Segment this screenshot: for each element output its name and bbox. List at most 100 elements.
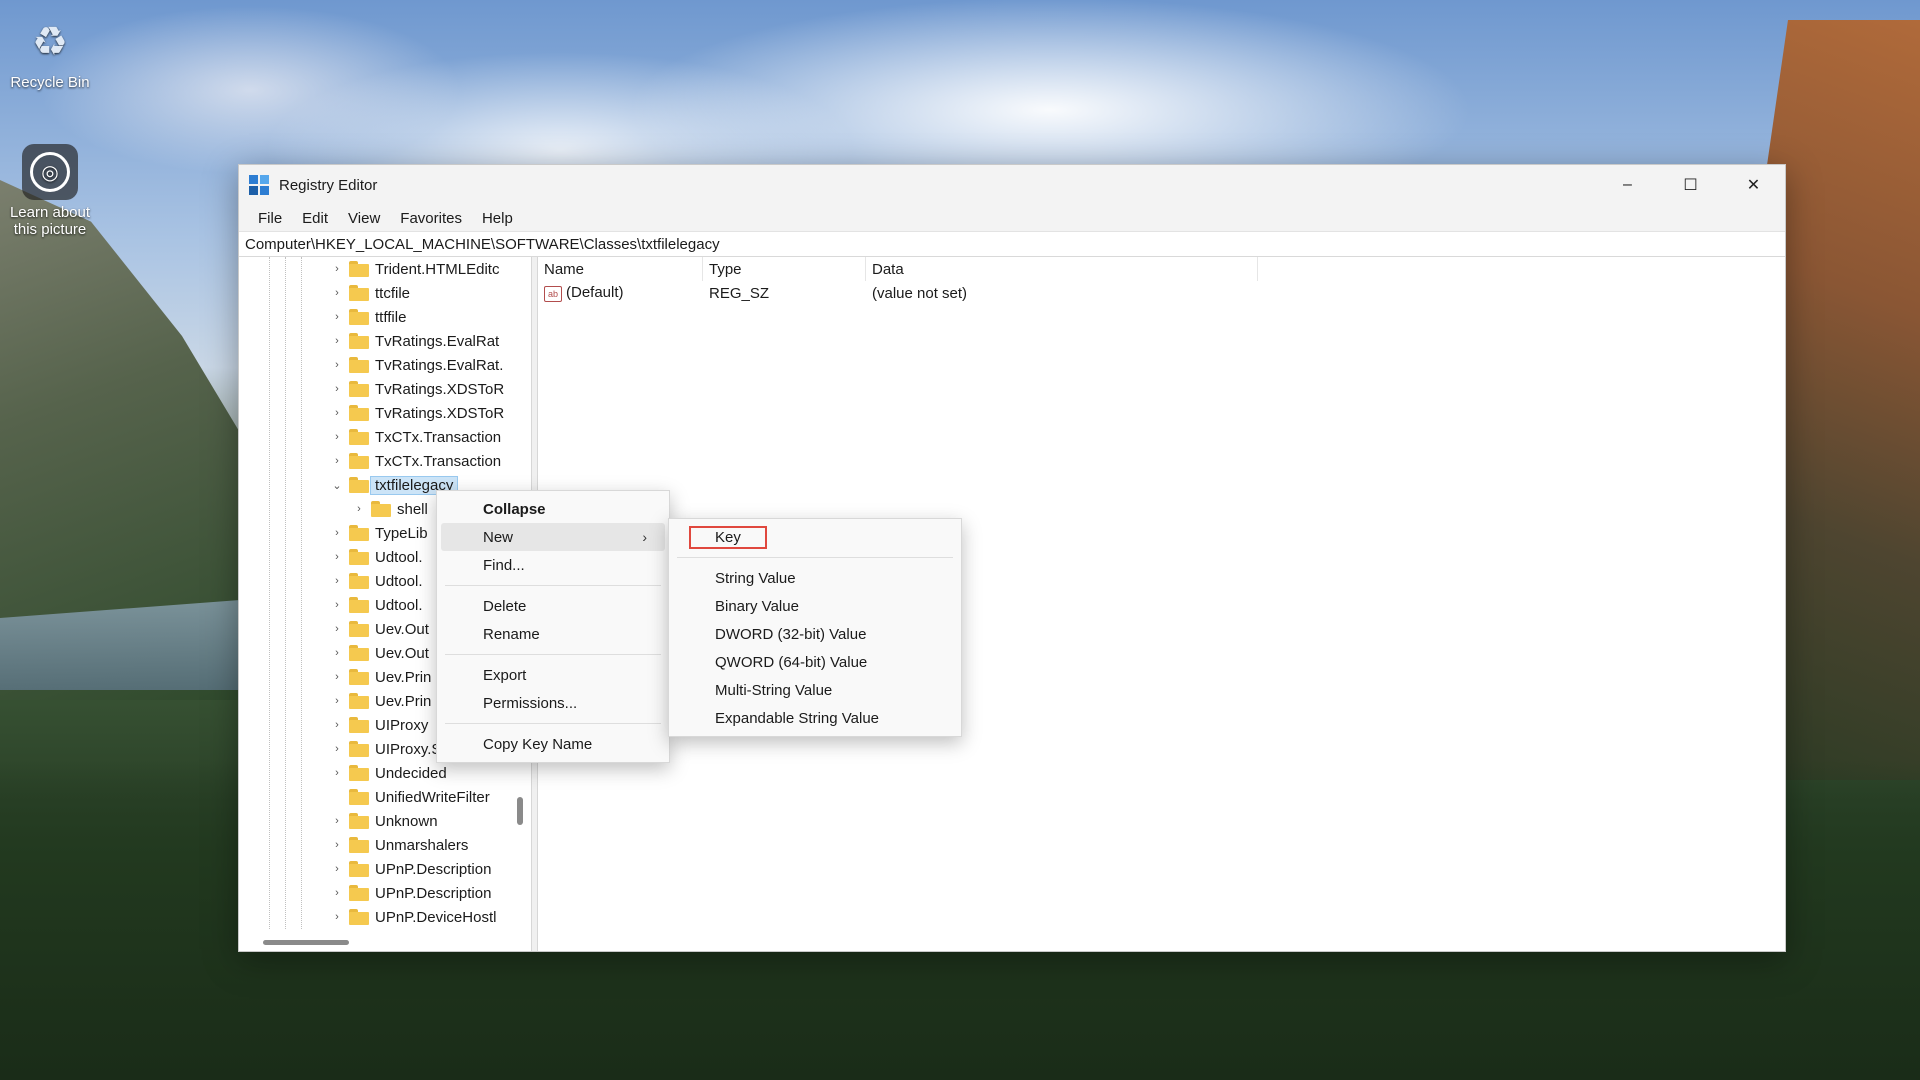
minimize-button[interactable]: – — [1596, 165, 1659, 205]
menu-delete[interactable]: Delete — [437, 592, 669, 620]
chevron-right-icon[interactable]: › — [329, 695, 345, 707]
chevron-right-icon[interactable]: › — [329, 911, 345, 923]
tree-item[interactable]: › UPnP.Description — [329, 881, 491, 905]
column-header-data[interactable]: Data — [866, 257, 1258, 281]
tree-item[interactable]: › Trident.HTMLEditc — [329, 257, 499, 281]
menu-new[interactable]: New › — [441, 523, 665, 551]
tree-item-label: Udtool. — [375, 548, 423, 566]
menu-view[interactable]: View — [338, 210, 390, 227]
folder-icon — [349, 573, 369, 589]
tree-item[interactable]: › ttffile — [329, 305, 406, 329]
menu-favorites[interactable]: Favorites — [390, 210, 472, 227]
tree-item[interactable]: › Uev.Prin — [329, 665, 431, 689]
menu-edit[interactable]: Edit — [292, 210, 338, 227]
submenu-string-value[interactable]: String Value — [669, 564, 961, 592]
chevron-right-icon[interactable]: › — [329, 527, 345, 539]
folder-icon — [349, 861, 369, 877]
chevron-right-icon[interactable]: › — [329, 287, 345, 299]
submenu-expandable-string-value[interactable]: Expandable String Value — [669, 704, 961, 732]
chevron-right-icon[interactable]: › — [329, 407, 345, 419]
submenu-dword-value[interactable]: DWORD (32-bit) Value — [669, 620, 961, 648]
chevron-right-icon[interactable]: › — [329, 743, 345, 755]
tree-item[interactable]: UnifiedWriteFilter — [329, 785, 490, 809]
chevron-right-icon[interactable]: › — [329, 647, 345, 659]
tree-item[interactable]: › Unmarshalers — [329, 833, 468, 857]
folder-icon — [349, 333, 369, 349]
chevron-right-icon[interactable]: › — [329, 719, 345, 731]
tree-item[interactable]: › TxCTx.Transaction — [329, 449, 501, 473]
chevron-right-icon[interactable]: › — [329, 623, 345, 635]
tree-item-label: TxCTx.Transaction — [375, 428, 502, 446]
chevron-right-icon[interactable]: › — [329, 767, 345, 779]
chevron-right-icon[interactable]: › — [329, 575, 345, 587]
chevron-right-icon[interactable]: › — [329, 311, 345, 323]
tree-item[interactable]: › TvRatings.EvalRat. — [329, 353, 503, 377]
chevron-right-icon[interactable]: › — [329, 863, 345, 875]
registry-editor-icon — [249, 175, 269, 195]
tree-vertical-scrollbar[interactable] — [517, 797, 523, 825]
menu-permissions[interactable]: Permissions... — [437, 689, 669, 717]
tree-item[interactable]: › Unknown — [329, 809, 437, 833]
chevron-right-icon[interactable]: › — [329, 383, 345, 395]
submenu-binary-value[interactable]: Binary Value — [669, 592, 961, 620]
tree-horizontal-scrollbar[interactable] — [263, 940, 349, 945]
maximize-button[interactable]: ☐ — [1659, 165, 1722, 205]
chevron-down-icon[interactable]: ⌄ — [329, 479, 345, 492]
tree-item[interactable]: › Uev.Out — [329, 617, 429, 641]
title-bar[interactable]: Registry Editor – ☐ ✕ — [239, 165, 1785, 205]
chevron-right-icon[interactable]: › — [351, 503, 367, 515]
tree-item[interactable]: › shell — [351, 497, 428, 521]
chevron-right-icon[interactable]: › — [329, 431, 345, 443]
chevron-right-icon[interactable]: › — [329, 815, 345, 827]
value-row-default[interactable]: ab (Default) REG_SZ (value not set) — [538, 281, 1785, 305]
tree-item[interactable]: › TvRatings.EvalRat — [329, 329, 499, 353]
column-header-name[interactable]: Name — [538, 257, 703, 281]
tree-item[interactable]: › TypeLib — [329, 521, 427, 545]
chevron-right-icon[interactable]: › — [329, 839, 345, 851]
tree-item[interactable]: › TvRatings.XDSToR — [329, 401, 504, 425]
tree-item[interactable]: › Uev.Prin — [329, 689, 431, 713]
tree-item[interactable]: › Undecided — [329, 761, 447, 785]
menu-find[interactable]: Find... — [437, 551, 669, 579]
chevron-right-icon[interactable]: › — [329, 671, 345, 683]
menu-export[interactable]: Export — [437, 661, 669, 689]
tree-item[interactable]: › Udtool. — [329, 545, 423, 569]
close-button[interactable]: ✕ — [1722, 165, 1785, 205]
tree-item-label: TvRatings.EvalRat — [375, 332, 500, 350]
chevron-right-icon[interactable]: › — [329, 335, 345, 347]
column-header-type[interactable]: Type — [703, 257, 866, 281]
chevron-right-icon[interactable]: › — [329, 599, 345, 611]
tree-item[interactable]: › UIProxy — [329, 713, 428, 737]
tree-item-label: UnifiedWriteFilter — [375, 788, 490, 806]
tree-item[interactable]: › UPnP.Description — [329, 857, 491, 881]
tree-item[interactable]: › Udtool. — [329, 593, 422, 617]
chevron-right-icon[interactable]: › — [329, 887, 345, 899]
value-name: (Default) — [566, 284, 624, 302]
new-submenu: Key String Value Binary Value DWORD (32-… — [668, 518, 962, 737]
menu-collapse[interactable]: Collapse — [437, 495, 669, 523]
desktop-icon-learn-about-picture[interactable]: ◎ Learn about this picture — [0, 144, 100, 238]
tree-item[interactable]: › TxCTx.Transaction — [329, 425, 501, 449]
desktop-icon-recycle-bin[interactable]: ♻ Recycle Bin — [0, 14, 100, 91]
chevron-right-icon[interactable]: › — [329, 359, 345, 371]
address-bar[interactable]: Computer\HKEY_LOCAL_MACHINE\SOFTWARE\Cla… — [239, 231, 1785, 257]
tree-guide-lines — [239, 257, 319, 929]
submenu-multi-string-value[interactable]: Multi-String Value — [669, 676, 961, 704]
tree-item[interactable]: › TvRatings.XDSToR — [329, 377, 504, 401]
chevron-right-icon[interactable]: › — [329, 551, 345, 563]
menu-rename[interactable]: Rename — [437, 620, 669, 648]
tree-item[interactable]: › Udtool. — [329, 569, 422, 593]
chevron-right-icon[interactable]: › — [329, 455, 345, 467]
submenu-key[interactable]: Key — [669, 523, 961, 551]
tree-item[interactable]: › ttcfile — [329, 281, 410, 305]
tree-item-label: Undecided — [375, 764, 447, 782]
menu-copy-key-name[interactable]: Copy Key Name — [437, 730, 669, 758]
menu-help[interactable]: Help — [472, 210, 523, 227]
tree-item[interactable]: › Uev.Out — [329, 641, 429, 665]
chevron-right-icon[interactable]: › — [329, 263, 345, 275]
submenu-qword-value[interactable]: QWORD (64-bit) Value — [669, 648, 961, 676]
tree-item[interactable]: › UPnP.DeviceHostl — [329, 905, 496, 929]
recycle-bin-label: Recycle Bin — [10, 74, 90, 91]
folder-icon — [349, 549, 369, 565]
menu-file[interactable]: File — [248, 210, 292, 227]
